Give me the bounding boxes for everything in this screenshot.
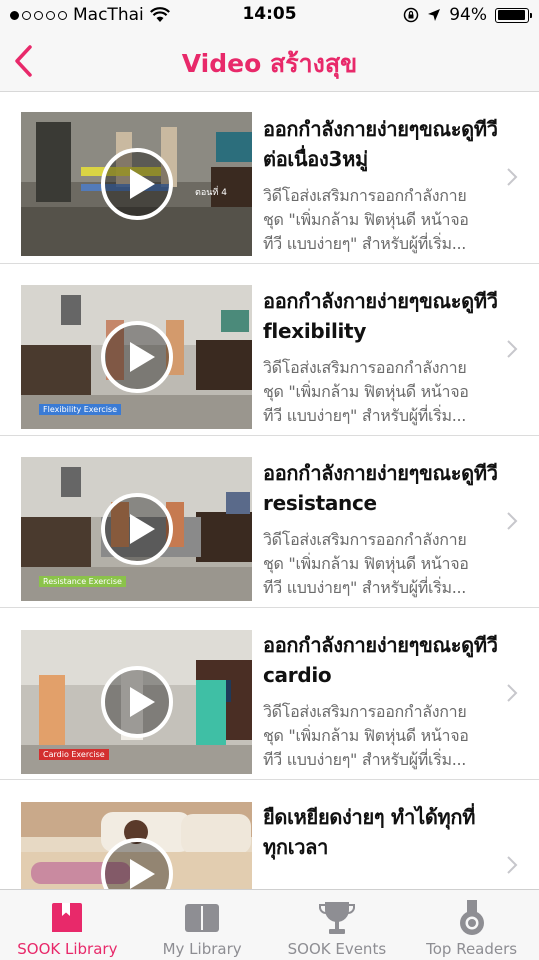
status-right: 94%	[403, 5, 532, 25]
play-button[interactable]	[101, 666, 173, 738]
tab-label: SOOK Events	[287, 940, 387, 958]
status-bar: MacThai 14:05 94%	[0, 0, 539, 30]
video-title: ออกกำลังกายง่ายๆขณะดูทีวี ต่อเนื่อง3หมู่	[263, 117, 498, 171]
thumbnail-caption: Cardio Exercise	[39, 749, 109, 760]
video-list: ตอนที่ 4 ออกกำลังกายง่ายๆขณะดูทีวี ต่อเน…	[0, 92, 539, 889]
tab-top-readers[interactable]: Top Readers	[404, 890, 539, 960]
navigation-bar: Video สร้างสุข	[0, 30, 539, 92]
video-thumbnail[interactable]: Cardio Exercise	[21, 630, 252, 774]
video-thumbnail[interactable]	[21, 802, 252, 889]
play-button[interactable]	[101, 321, 173, 393]
battery-icon	[495, 7, 532, 23]
video-title: ออกกำลังกายง่ายๆขณะดูทีวี cardio	[263, 633, 498, 687]
thumbnail-caption: Resistance Exercise	[39, 576, 126, 587]
play-button[interactable]	[101, 493, 173, 565]
chevron-right-icon	[507, 340, 518, 358]
video-title: ออกกำลังกายง่ายๆขณะดูทีวี resistance	[263, 461, 498, 515]
chevron-right-icon	[507, 856, 518, 874]
video-list-item[interactable]: Resistance Exercise ออกกำลังกายง่ายๆขณะด…	[0, 436, 539, 608]
video-list-item[interactable]: Flexibility Exercise ออกกำลังกายง่ายๆขณะ…	[0, 264, 539, 436]
bookmark-book-icon	[52, 903, 83, 932]
video-list-item[interactable]: ยืดเหยียดง่ายๆ ทำได้ทุกที่ ทุกเวลา	[0, 780, 539, 889]
video-description: วิดีโอส่งเสริมการออกกำลังกายชุด "เพิ่มกล…	[263, 530, 469, 597]
chevron-right-icon	[507, 168, 518, 186]
play-button[interactable]	[101, 148, 173, 220]
video-thumbnail[interactable]: Resistance Exercise	[21, 457, 252, 601]
location-arrow-icon	[428, 9, 441, 21]
tab-my-library[interactable]: My Library	[135, 890, 270, 960]
tab-label: My Library	[162, 940, 242, 958]
thumbnail-caption: ตอนที่ 4	[195, 188, 227, 198]
page-title: Video สร้างสุข	[181, 49, 358, 78]
rotation-lock-icon	[403, 7, 419, 23]
video-list-item[interactable]: ตอนที่ 4 ออกกำลังกายง่ายๆขณะดูทีวี ต่อเน…	[0, 92, 539, 264]
battery-percent: 94%	[449, 5, 487, 25]
tab-bar: SOOK Library My Library SOOK Events Top …	[0, 889, 539, 960]
video-title: ยืดเหยียดง่ายๆ ทำได้ทุกที่ ทุกเวลา	[263, 805, 476, 859]
tab-sook-events[interactable]: SOOK Events	[270, 890, 405, 960]
tab-label: SOOK Library	[17, 940, 118, 958]
chevron-right-icon	[507, 684, 518, 702]
open-book-icon	[185, 904, 220, 932]
video-thumbnail[interactable]: ตอนที่ 4	[21, 112, 252, 256]
video-thumbnail[interactable]: Flexibility Exercise	[21, 285, 252, 429]
tab-sook-library[interactable]: SOOK Library	[0, 890, 135, 960]
medal-icon	[459, 900, 484, 935]
video-description: วิดีโอส่งเสริมการออกกำลังกายชุด "เพิ่มกล…	[263, 186, 469, 253]
thumbnail-caption: Flexibility Exercise	[39, 404, 122, 415]
battery-level	[497, 10, 525, 20]
video-description: วิดีโอส่งเสริมการออกกำลังกายชุด "เพิ่มกล…	[263, 358, 469, 425]
video-description: วิดีโอส่งเสริมการออกกำลังกายชุด "เพิ่มกล…	[263, 702, 469, 769]
tab-label: Top Readers	[426, 940, 518, 958]
video-title: ออกกำลังกายง่ายๆขณะดูทีวี flexibility	[263, 289, 498, 343]
trophy-icon	[318, 902, 355, 934]
video-list-item[interactable]: Cardio Exercise ออกกำลังกายง่ายๆขณะดูทีว…	[0, 608, 539, 780]
chevron-right-icon	[507, 512, 518, 530]
